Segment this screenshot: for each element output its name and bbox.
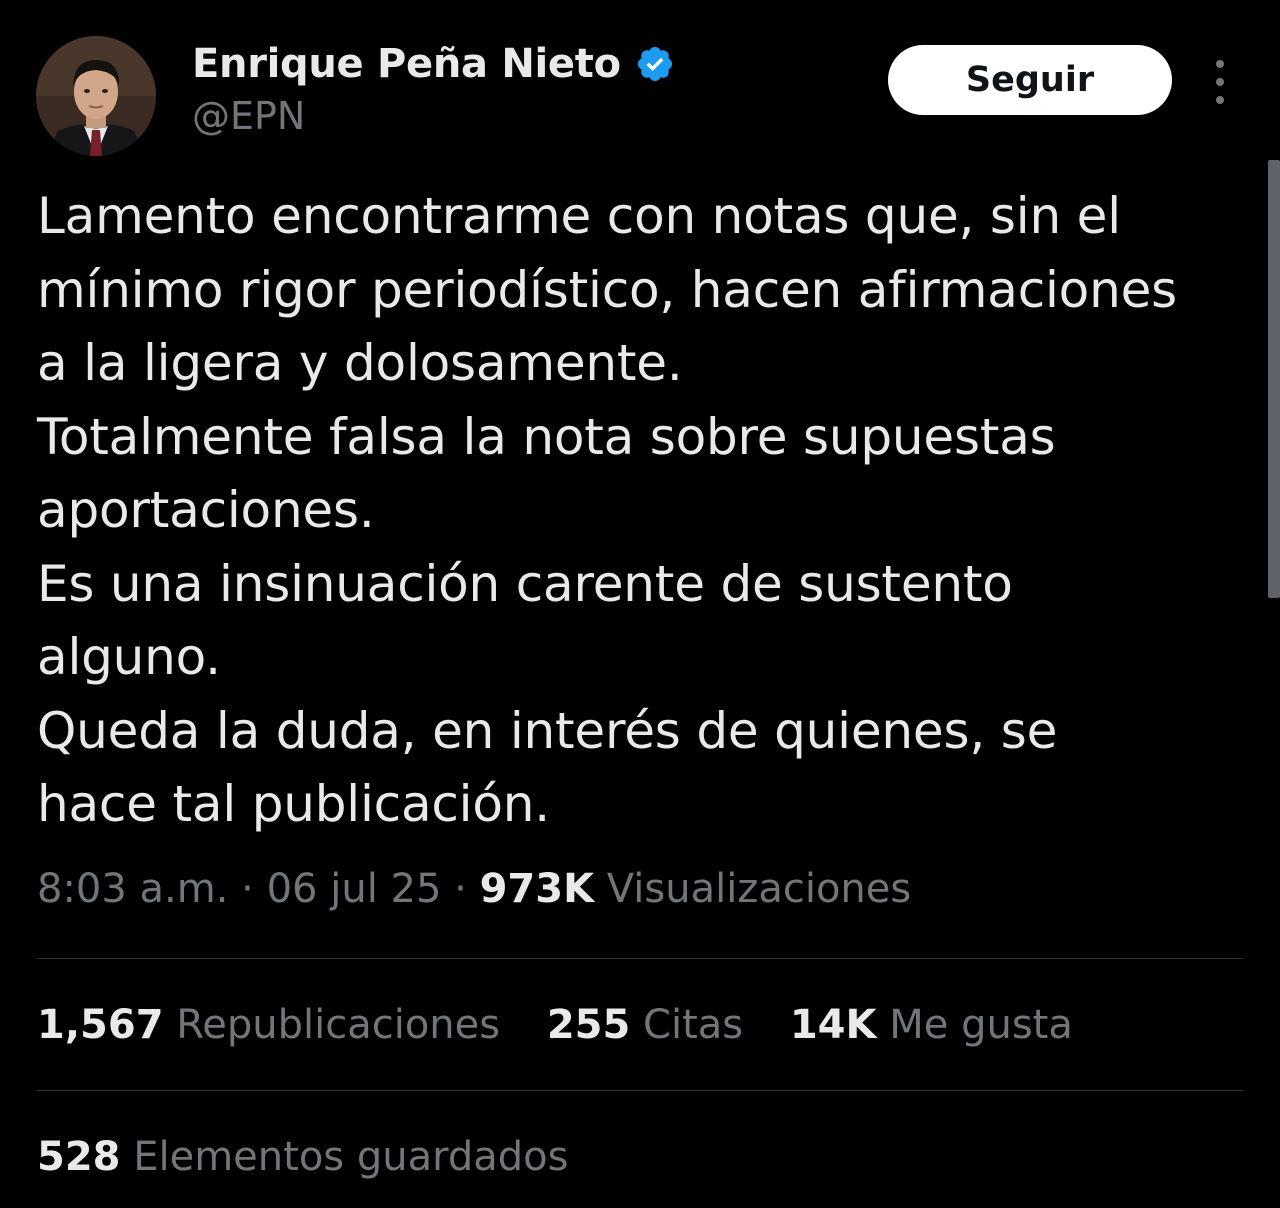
tweet-text-line: alguno. — [37, 628, 221, 686]
tweet-text-line: hace tal publicación. — [37, 775, 550, 833]
views-count: 973K — [479, 866, 595, 912]
tweet-text-line: mínimo rigor periodístico, hacen afirmac… — [37, 260, 1177, 319]
post-date[interactable]: 06 jul 25 — [267, 866, 442, 912]
tweet-text-line: a la ligera y dolosamente. — [37, 334, 683, 392]
display-name[interactable]: Enrique Peña Nieto — [192, 41, 621, 87]
bookmarks-stat[interactable]: 528 Elementos guardados — [37, 1134, 568, 1180]
avatar[interactable] — [36, 36, 156, 156]
quotes-stat[interactable]: 255 Citas — [547, 1002, 743, 1048]
bookmarks-count: 528 — [37, 1134, 121, 1180]
dot — [1216, 96, 1224, 104]
tweet-meta: 8:03 a.m. · 06 jul 25 · 973K Visualizaci… — [37, 866, 911, 912]
tweet-text-line: Queda la duda, en interés de quienes, se — [37, 701, 1058, 760]
separator: · — [241, 866, 267, 912]
tweet-text-line: Lamento encontrarme con notas que, sin e… — [37, 187, 1121, 245]
verified-badge-icon — [637, 46, 672, 82]
views-label: Visualizaciones — [606, 866, 912, 912]
tweet-text-line: Es una insinuación carente de sustento — [37, 554, 1013, 613]
likes-label: Me gusta — [889, 1002, 1073, 1048]
dot — [1216, 78, 1224, 86]
divider — [36, 1090, 1244, 1091]
post-time[interactable]: 8:03 a.m. — [37, 866, 228, 912]
likes-stat[interactable]: 14K Me gusta — [790, 1002, 1073, 1048]
reposts-stat[interactable]: 1,567 Republicaciones — [37, 1002, 500, 1048]
quotes-count: 255 — [546, 1002, 631, 1048]
more-vertical-icon[interactable] — [1204, 60, 1236, 104]
likes-count: 14K — [789, 1002, 877, 1048]
dot — [1216, 60, 1224, 68]
author-name-row[interactable]: Enrique Peña Nieto — [192, 36, 675, 92]
tweet-text-line: Totalmente falsa la nota sobre supuestas — [37, 407, 1056, 466]
scrollbar[interactable] — [1268, 160, 1280, 598]
bookmarks-label: Elementos guardados — [133, 1134, 569, 1180]
tweet-detail: Enrique Peña Nieto @EPN Seguir Lamento e… — [0, 0, 1280, 1208]
divider — [36, 958, 1244, 959]
avatar-portrait-icon — [36, 36, 156, 156]
views-label — [594, 866, 607, 912]
quotes-label: Citas — [643, 1002, 744, 1048]
engagement-stats: 1,567 Republicaciones 255 Citas 14K Me g… — [37, 1002, 1107, 1048]
reposts-count: 1,567 — [37, 1002, 164, 1048]
tweet-text: Lamento encontrarme con notas que, sin e… — [37, 180, 1252, 842]
tweet-text-line: aportaciones. — [37, 481, 375, 539]
follow-button[interactable]: Seguir — [888, 45, 1172, 115]
reposts-label: Republicaciones — [176, 1002, 501, 1048]
author-handle[interactable]: @EPN — [192, 94, 305, 138]
separator: · — [454, 866, 480, 912]
